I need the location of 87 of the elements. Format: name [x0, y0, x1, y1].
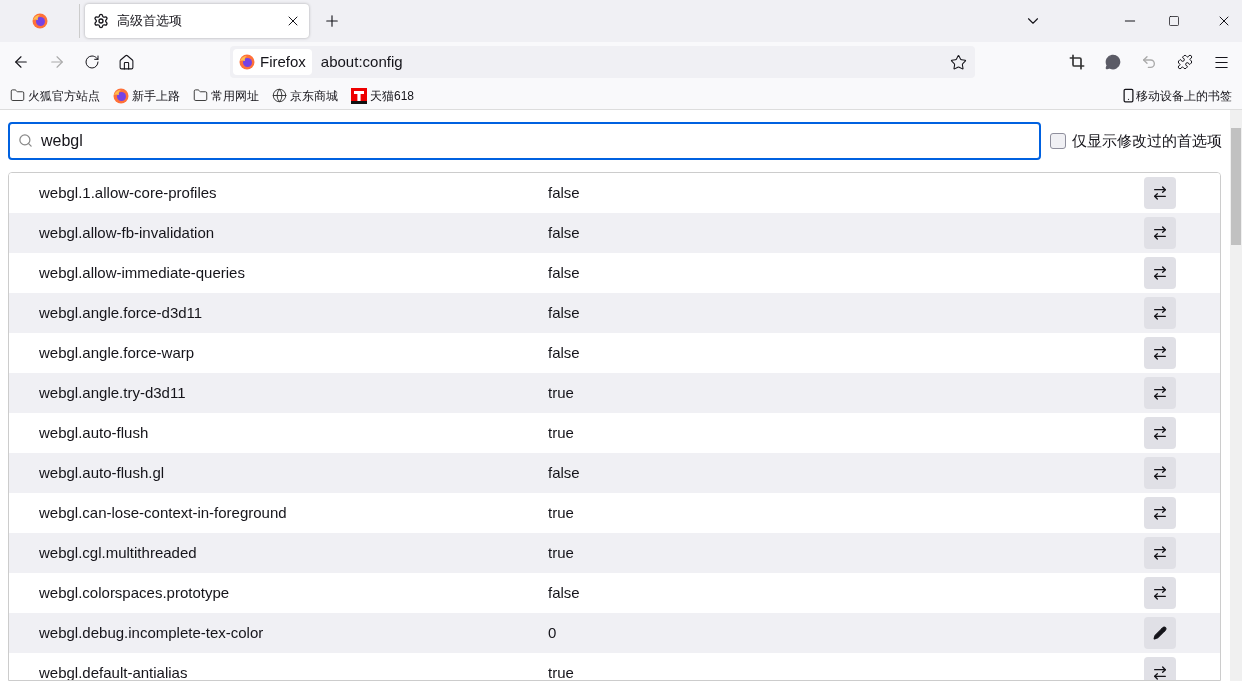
phone-icon	[1121, 88, 1136, 103]
t-logo-icon	[351, 87, 367, 104]
toggle-button[interactable]	[1144, 257, 1176, 289]
pref-value: false	[548, 222, 581, 243]
star-icon[interactable]	[950, 53, 967, 71]
mobile-bookmarks-link[interactable]: 移动设备上的书签	[1136, 86, 1232, 105]
pref-name: webgl.debug.incomplete-tex-color	[38, 622, 265, 643]
pref-value: true	[548, 662, 575, 680]
url-text: about:config	[320, 51, 404, 72]
pref-name: webgl.default-antialias	[38, 662, 189, 680]
pref-name: webgl.auto-flush.gl	[38, 462, 166, 483]
address-bar[interactable]: Firefox about:config	[230, 46, 975, 78]
folder-icon	[10, 88, 25, 103]
pref-name: webgl.cgl.multithreaded	[38, 542, 198, 563]
maximize-icon[interactable]	[1168, 15, 1180, 27]
pref-value: false	[548, 182, 581, 203]
bookmark-link[interactable]: 天猫618	[370, 86, 415, 105]
edit-button[interactable]	[1144, 617, 1176, 649]
search-icon	[18, 133, 33, 148]
toggle-button[interactable]	[1144, 377, 1176, 409]
pref-value: false	[548, 462, 581, 483]
pref-name: webgl.1.allow-core-profiles	[38, 182, 218, 203]
tab-title: 高级首选项	[117, 12, 183, 31]
browser-tab[interactable]: 高级首选项	[85, 4, 309, 38]
toggle-button[interactable]	[1144, 177, 1176, 209]
home-icon[interactable]	[118, 53, 135, 71]
swap-arrows-icon	[1152, 345, 1168, 361]
checkbox-label: 仅显示修改过的首选项	[1072, 130, 1222, 151]
globe-icon	[272, 88, 287, 103]
pref-name: webgl.angle.force-d3d11	[38, 302, 204, 323]
toggle-button[interactable]	[1144, 537, 1176, 569]
swap-arrows-icon	[1152, 665, 1168, 680]
pref-name: webgl.angle.force-warp	[38, 342, 196, 363]
pref-value: true	[548, 542, 575, 563]
firefox-logo-icon	[31, 13, 48, 29]
bookmark-link[interactable]: 常用网址	[211, 86, 259, 105]
pref-value: true	[548, 382, 575, 403]
back-icon[interactable]	[12, 53, 30, 71]
toggle-button[interactable]	[1144, 217, 1176, 249]
identity-label: Firefox	[260, 51, 306, 72]
bookmark-link[interactable]: 京东商城	[290, 86, 338, 105]
toggle-button[interactable]	[1144, 337, 1176, 369]
pencil-icon	[1153, 626, 1167, 640]
puzzle-icon[interactable]	[1177, 54, 1193, 70]
pref-value: 0	[548, 622, 558, 643]
swap-arrows-icon	[1152, 305, 1168, 321]
pref-value: true	[548, 422, 575, 443]
swap-arrows-icon	[1152, 425, 1168, 441]
bookmark-link[interactable]: 新手上路	[132, 86, 180, 105]
swap-arrows-icon	[1152, 225, 1168, 241]
reload-icon[interactable]	[84, 54, 100, 70]
identity-box[interactable]: Firefox	[233, 49, 312, 75]
folder-icon	[193, 88, 208, 103]
pref-name: webgl.auto-flush	[38, 422, 150, 443]
pref-value: true	[548, 502, 575, 523]
swap-arrows-icon	[1152, 545, 1168, 561]
toggle-button[interactable]	[1144, 497, 1176, 529]
bookmark-link[interactable]: 火狐官方站点	[28, 86, 100, 105]
pref-name: webgl.allow-fb-invalidation	[38, 222, 216, 243]
pref-name: webgl.can-lose-context-in-foreground	[38, 502, 288, 523]
pref-name: webgl.colorspaces.prototype	[38, 582, 231, 603]
swap-arrows-icon	[1152, 185, 1168, 201]
pref-name: webgl.angle.try-d3d11	[38, 382, 187, 403]
toggle-button[interactable]	[1144, 657, 1176, 680]
pref-value: false	[548, 582, 581, 603]
swap-arrows-icon	[1152, 385, 1168, 401]
new-tab-icon[interactable]	[323, 12, 341, 30]
pref-name: webgl.allow-immediate-queries	[38, 262, 246, 283]
swap-arrows-icon	[1152, 585, 1168, 601]
search-field[interactable]: webgl	[8, 122, 1041, 160]
swap-arrows-icon	[1152, 505, 1168, 521]
swap-arrows-icon	[1152, 265, 1168, 281]
gear-icon	[93, 13, 109, 29]
swap-arrows-icon	[1152, 465, 1168, 481]
checkbox[interactable]	[1050, 133, 1066, 149]
toggle-button[interactable]	[1144, 417, 1176, 449]
pref-value: false	[548, 302, 581, 323]
scrollbar[interactable]	[1230, 110, 1242, 681]
firefox-logo-icon	[113, 87, 129, 104]
toggle-button[interactable]	[1144, 297, 1176, 329]
crop-icon[interactable]	[1069, 54, 1085, 70]
toggle-button[interactable]	[1144, 457, 1176, 489]
chat-bubble-icon[interactable]	[1105, 54, 1121, 70]
pref-value: false	[548, 342, 581, 363]
toggle-button[interactable]	[1144, 577, 1176, 609]
firefox-logo-icon	[239, 54, 255, 70]
pref-value: false	[548, 262, 581, 283]
